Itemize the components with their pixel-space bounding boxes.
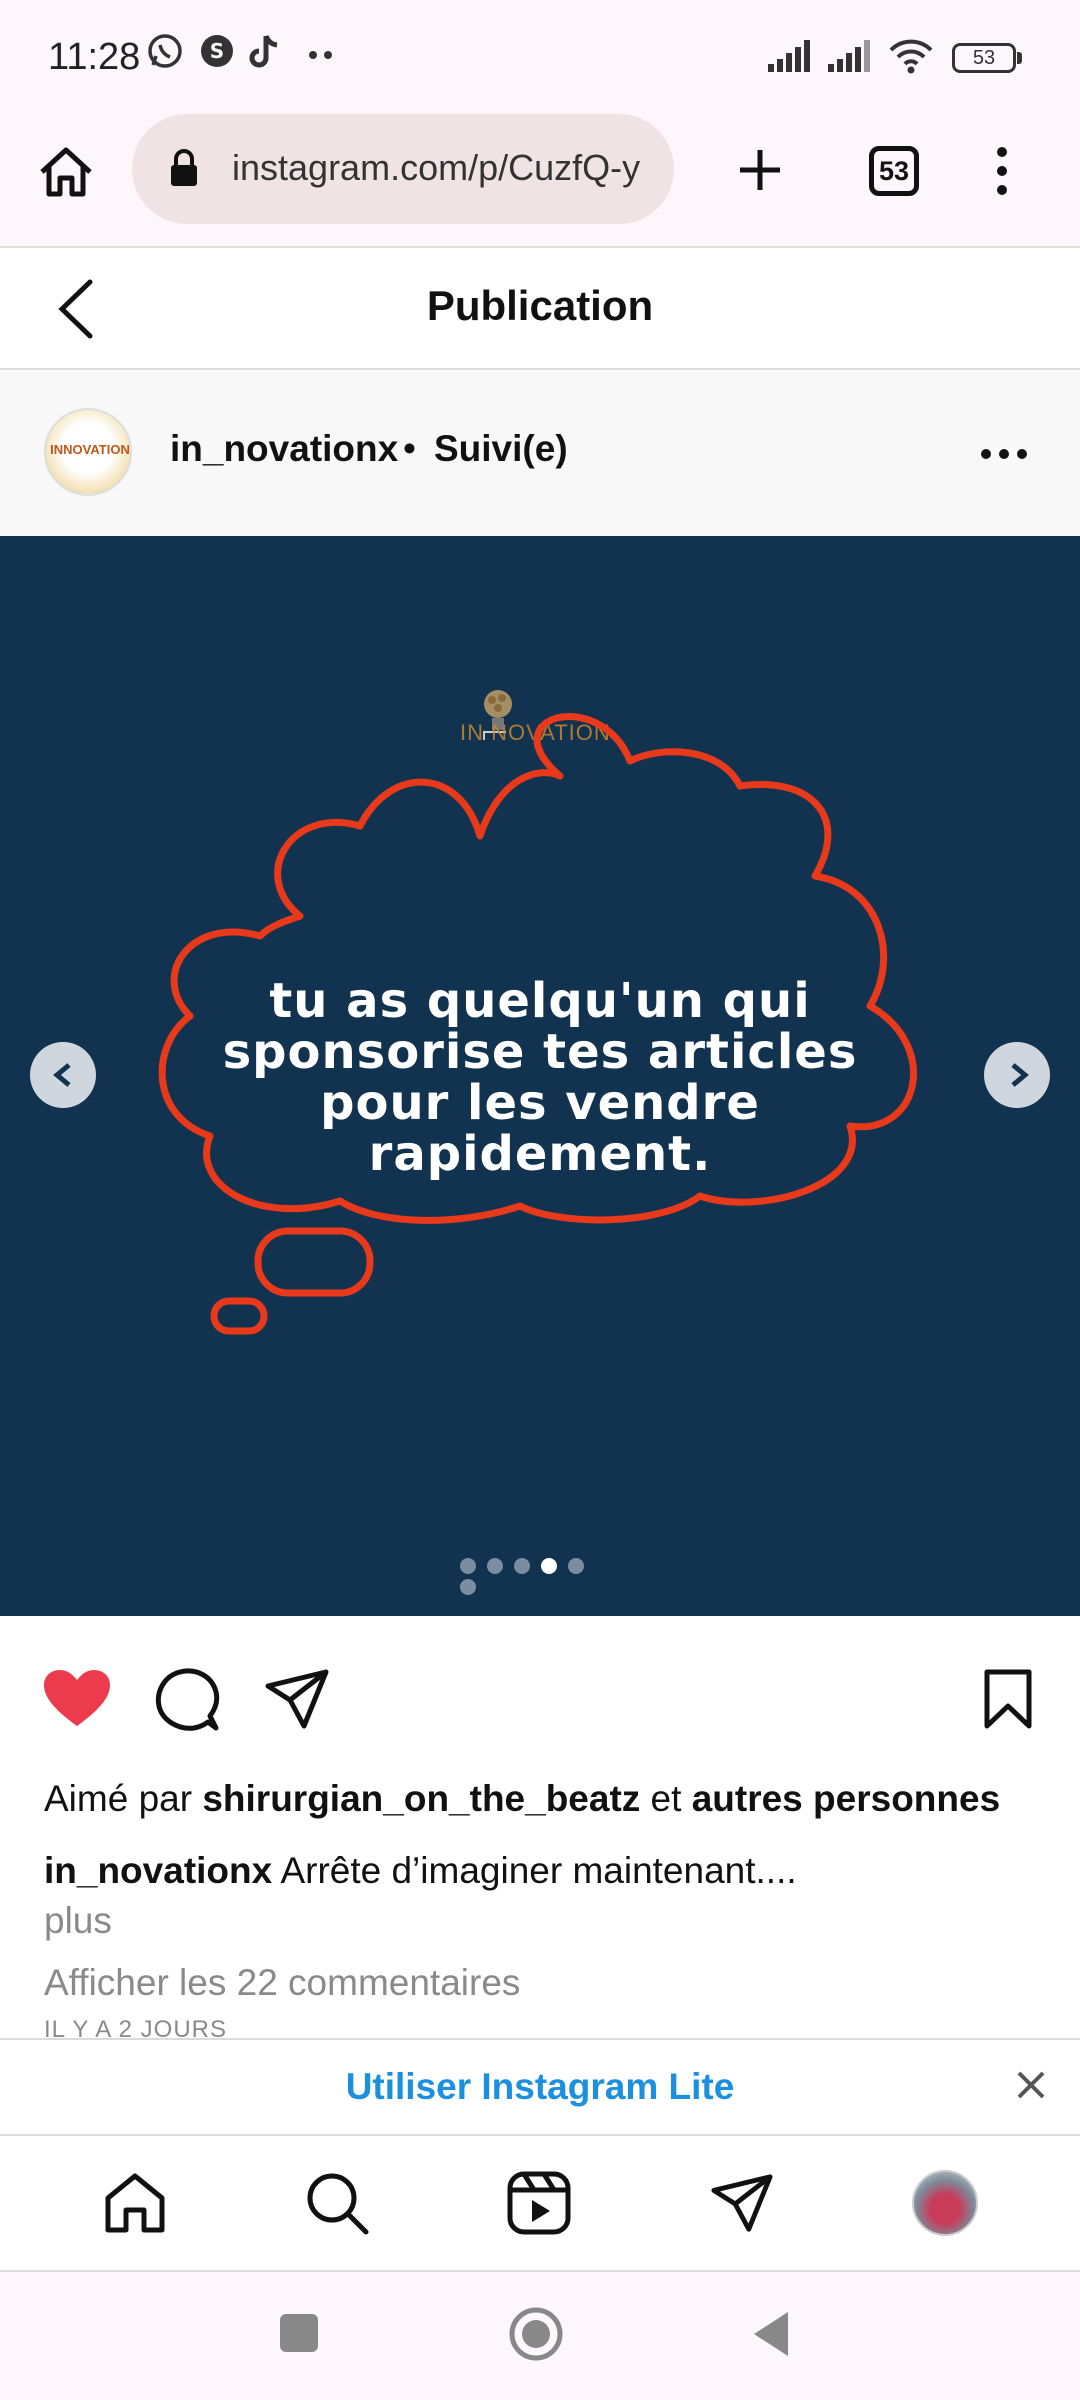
tab-switcher-button[interactable]: 53 [869, 146, 919, 196]
battery-tip [1017, 52, 1022, 64]
view-comments-link[interactable]: Afficher les 22 commentaires [44, 1962, 520, 2004]
tab-count: 53 [878, 156, 910, 186]
separator-dot: • [403, 428, 416, 469]
close-icon[interactable] [1016, 2070, 1046, 2100]
caption-text: Arrête d’imaginer maintenant.... [272, 1850, 797, 1891]
comment-icon[interactable] [154, 1668, 220, 1732]
post-image[interactable]: IN NOVATION tu as quelqu'un qui sponsori… [0, 536, 1080, 1616]
chevron-right-icon [1011, 1063, 1029, 1087]
carousel-dot [487, 1558, 503, 1574]
carousel-dot [568, 1558, 584, 1574]
system-navigation [0, 2272, 1080, 2400]
url-text: instagram.com/p/CuzfQ-y [232, 147, 641, 188]
home-icon[interactable] [102, 2170, 168, 2236]
carousel-dot [541, 1558, 557, 1574]
profile-avatar[interactable] [912, 2170, 978, 2236]
battery-level: 53 [972, 47, 996, 69]
tiktok-icon [249, 35, 278, 68]
signal-icon [828, 40, 870, 72]
chevron-left-icon [53, 1063, 71, 1087]
author-row: INNOVATION in_novationx • Suivi(e) [0, 372, 1080, 536]
reels-icon[interactable] [506, 2170, 572, 2236]
carousel-dot [460, 1579, 476, 1595]
liked-others[interactable]: autres personnes [692, 1778, 1000, 1819]
status-time: 11:28 [48, 36, 141, 78]
overflow-menu-icon[interactable] [994, 146, 1010, 196]
home-icon[interactable] [36, 144, 96, 200]
author-username[interactable]: in_novationx [170, 428, 398, 470]
signal-icon [768, 40, 810, 72]
carousel-dot [460, 1558, 476, 1574]
avatar-logo-text: INNOVATION [50, 442, 130, 457]
post-message: tu as quelqu'un qui sponsorise tes artic… [222, 973, 858, 1182]
carousel-next-button[interactable] [984, 1042, 1050, 1108]
carousel-dot [514, 1558, 530, 1574]
home-button[interactable] [508, 2306, 564, 2362]
use-lite-link[interactable]: Utiliser Instagram Lite [0, 2066, 1080, 2108]
carousel-prev-button[interactable] [30, 1042, 96, 1108]
shazam-icon: S [201, 35, 233, 67]
bookmark-icon[interactable] [982, 1668, 1034, 1730]
share-icon[interactable] [264, 1668, 330, 1730]
caption-more-link[interactable]: plus [44, 1900, 112, 1942]
caption-username[interactable]: in_novationx [44, 1850, 272, 1891]
liked-prefix: Aimé par [44, 1778, 203, 1819]
liked-middle: et [640, 1778, 692, 1819]
direct-icon[interactable] [710, 2172, 774, 2234]
whatsapp-icon [148, 34, 182, 68]
instagram-lite-banner: Utiliser Instagram Lite [0, 2038, 1080, 2136]
follow-status[interactable]: Suivi(e) [434, 428, 568, 470]
more-dots-icon [309, 51, 332, 59]
new-tab-icon[interactable] [736, 146, 784, 194]
browser-toolbar: instagram.com/p/CuzfQ-y 53 [0, 110, 1080, 248]
liked-user[interactable]: shirurgian_on_the_beatz [202, 1778, 640, 1819]
status-bar: 11:28 S 53 [0, 0, 1080, 110]
author-avatar[interactable]: INNOVATION [44, 408, 132, 496]
bottom-navigation [0, 2136, 1080, 2272]
battery-icon: 53 [952, 43, 1016, 73]
page-title: Publication [426, 282, 654, 329]
svg-text:S: S [210, 39, 224, 63]
heart-icon[interactable] [42, 1668, 112, 1730]
caption: in_novationx Arrête d’imaginer maintenan… [44, 1850, 797, 1892]
search-icon[interactable] [304, 2170, 370, 2236]
lock-icon [171, 149, 197, 186]
carousel-indicator [460, 1558, 620, 1595]
back-button[interactable] [750, 2310, 790, 2358]
liked-by-line: Aimé par shirurgian_on_the_beatz et autr… [44, 1778, 1000, 1820]
post-options-icon[interactable] [980, 448, 1028, 460]
post-header: Publication [0, 248, 1080, 370]
wifi-icon [889, 39, 933, 74]
recents-button[interactable] [280, 2314, 318, 2352]
url-bar[interactable]: instagram.com/p/CuzfQ-y [132, 114, 674, 224]
